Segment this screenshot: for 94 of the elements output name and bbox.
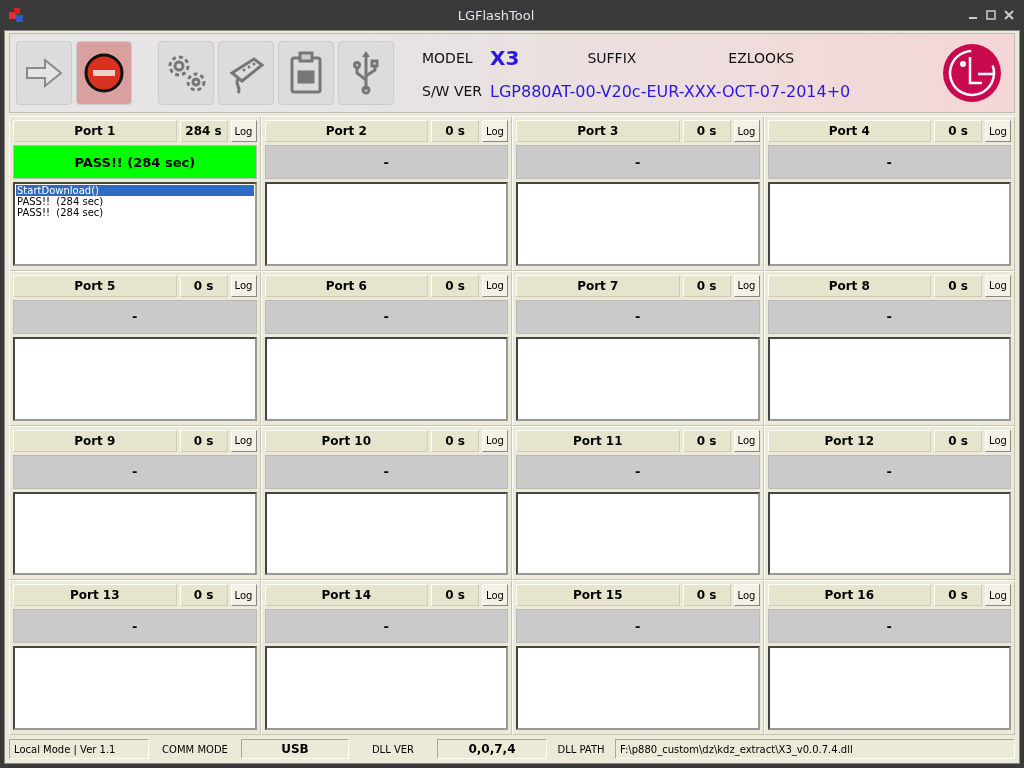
port-name: Port 11 (516, 429, 680, 452)
port-name: Port 13 (13, 584, 177, 607)
elapsed-time: 0 s (934, 274, 982, 297)
elapsed-time: 0 s (682, 584, 731, 607)
elapsed-time: 0 s (431, 120, 479, 142)
port-status: - (767, 299, 1011, 334)
dll-version-value: 0,0,7,4 (437, 739, 547, 759)
elapsed-time: 0 s (682, 274, 731, 297)
maximize-icon[interactable] (986, 10, 996, 20)
port-name: Port 4 (767, 120, 931, 142)
elapsed-time: 0 s (179, 584, 228, 607)
comm-mode-label: COMM MODE (161, 742, 229, 757)
port-name: Port 12 (767, 429, 931, 452)
log-button[interactable]: Log (733, 429, 760, 452)
log-entry[interactable]: PASS!! (284 sec) (16, 196, 254, 207)
log-button[interactable]: Log (733, 274, 760, 297)
port-status: - (264, 299, 508, 334)
port-status: - (516, 299, 760, 334)
elapsed-time: 0 s (431, 584, 479, 607)
settings-button[interactable] (158, 41, 214, 105)
port-status: - (516, 609, 760, 644)
stop-button[interactable] (76, 41, 132, 105)
elapsed-time: 0 s (934, 584, 982, 607)
log-button[interactable]: Log (230, 120, 257, 142)
elapsed-time: 0 s (934, 120, 982, 142)
port-name: Port 5 (13, 274, 177, 297)
log-button[interactable]: Log (482, 429, 508, 452)
port-status: - (767, 454, 1011, 489)
elapsed-time: 0 s (934, 429, 982, 452)
log-button[interactable]: Log (985, 120, 1011, 142)
port-name: Port 3 (516, 120, 680, 142)
start-button[interactable] (16, 41, 72, 105)
port-name: Port 9 (13, 429, 177, 452)
mode-version: Local Mode | Ver 1.1 (9, 739, 149, 759)
log-button[interactable]: Log (482, 584, 508, 607)
port-status: - (13, 454, 257, 489)
port-name: Port 7 (516, 274, 680, 297)
port-status: - (264, 145, 508, 179)
elapsed-time: 0 s (431, 429, 479, 452)
elapsed-time: 0 s (179, 429, 228, 452)
close-icon[interactable] (1004, 10, 1014, 20)
port-status: PASS!! (284 sec) (13, 145, 257, 179)
arrow-right-icon (24, 57, 64, 89)
comm-mode-value: USB (241, 739, 349, 759)
serial-button[interactable] (218, 41, 274, 105)
elapsed-time: 0 s (179, 274, 228, 297)
suffix-label: SUFFIX (587, 49, 637, 66)
usb-button[interactable] (338, 41, 394, 105)
port-status: - (13, 609, 257, 644)
log-button[interactable]: Log (985, 429, 1011, 452)
port-status: - (516, 145, 760, 179)
log-button[interactable]: Log (482, 274, 508, 297)
model-label: MODEL (422, 49, 474, 66)
log-button[interactable]: Log (733, 120, 760, 142)
port-status: - (264, 454, 508, 489)
log-button[interactable]: Log (230, 274, 257, 297)
log-button[interactable]: Log (985, 584, 1011, 607)
suffix-value: EZLOOKS (728, 49, 795, 66)
log-button[interactable]: Log (230, 584, 257, 607)
port-name: Port 8 (767, 274, 931, 297)
sw-version-value: LGP880AT-00-V20c-EUR-XXX-OCT-07-2014+0 (490, 81, 851, 101)
port-name: Port 15 (516, 584, 680, 607)
port-name: Port 14 (264, 584, 428, 607)
log-button[interactable]: Log (985, 274, 1011, 297)
elapsed-time: 284 s (179, 120, 228, 142)
dll-path-value: F:\p880_custom\dz\kdz_extract\X3_v0.0.7.4.dll (615, 739, 1015, 759)
port-status: - (264, 609, 508, 644)
dll-path-label: DLL PATH (556, 742, 606, 757)
usb-icon (351, 50, 381, 96)
stop-icon (84, 53, 124, 93)
elapsed-time: 0 s (682, 120, 731, 142)
port-name: Port 2 (264, 120, 428, 142)
sw-version-label: S/W VER (422, 83, 483, 99)
app-icon (8, 7, 24, 23)
log-button[interactable]: Log (230, 429, 257, 452)
elapsed-time: 0 s (682, 429, 731, 452)
dll-version-label: DLL VER (370, 742, 416, 757)
log-button[interactable]: Log (482, 120, 508, 142)
elapsed-time: 0 s (431, 274, 479, 297)
port-name: Port 6 (264, 274, 428, 297)
port-name: Port 1 (13, 120, 177, 142)
port-status: - (516, 454, 760, 489)
logo-icon (942, 43, 1002, 103)
model-value: X3 (490, 45, 520, 70)
port-name: Port 10 (264, 429, 428, 452)
log-entry[interactable]: PASS!! (284 sec) (16, 207, 254, 218)
port-status: - (767, 145, 1011, 179)
port-name: Port 16 (767, 584, 931, 607)
port-status: - (13, 299, 257, 334)
log-button[interactable]: Log (733, 584, 760, 607)
log-entry[interactable]: StartDownload() (16, 185, 254, 196)
clipboard-button[interactable] (278, 41, 334, 105)
window-title: LGFlashTool (456, 7, 536, 23)
port-status: - (767, 609, 1011, 644)
